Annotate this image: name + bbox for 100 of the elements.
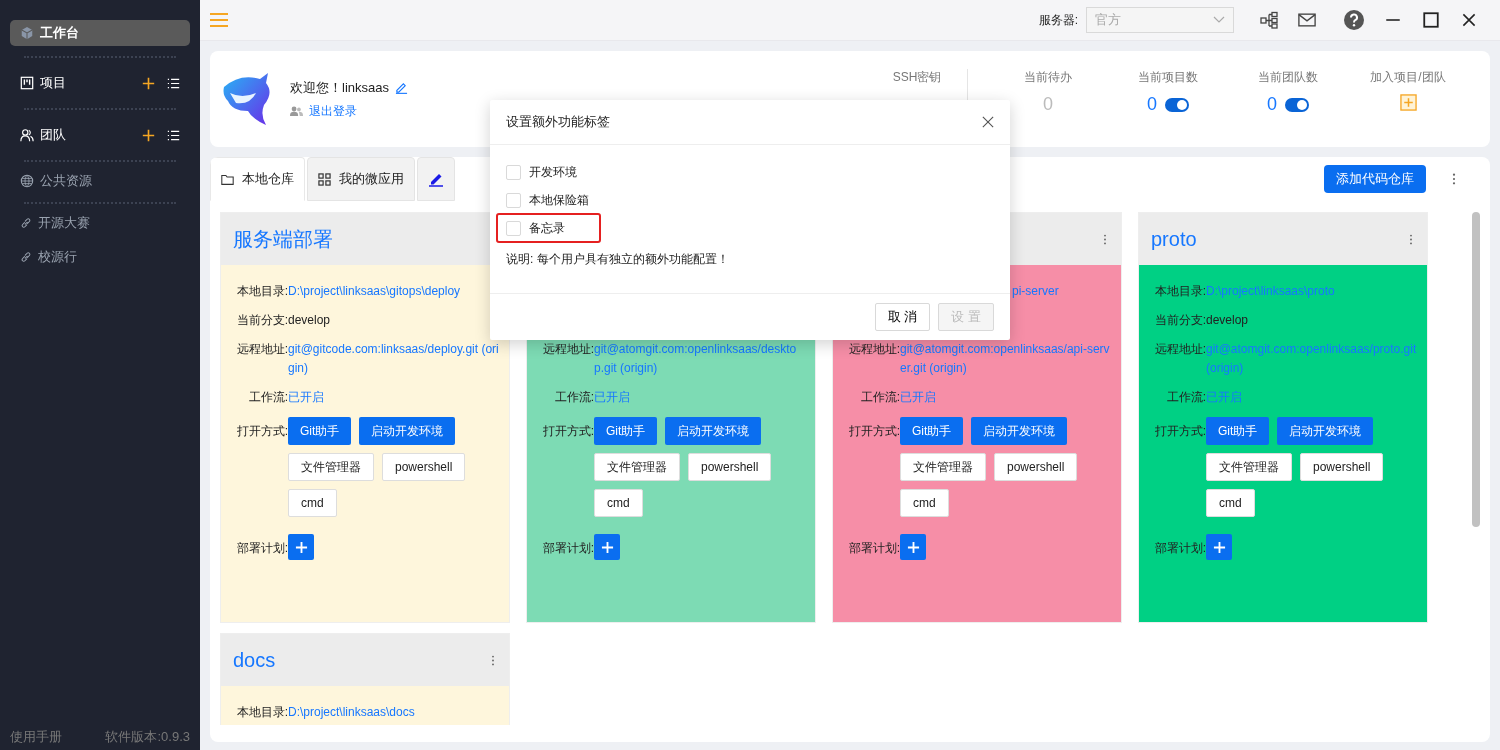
sidebar-item[interactable]: 团队 [10, 122, 190, 148]
add-plan-button[interactable] [594, 534, 620, 560]
tab[interactable]: 本地仓库 [210, 157, 305, 201]
field-label: 本地目录: [1153, 283, 1206, 300]
open-button[interactable]: cmd [900, 489, 949, 517]
tab[interactable]: 我的微应用 [307, 157, 415, 201]
logout-link[interactable]: 退出登录 [309, 102, 357, 120]
sidebar-label: 工作台 [40, 24, 80, 42]
sidebar-label: 校源行 [38, 248, 78, 266]
field-link[interactable]: 已开启 [594, 388, 805, 407]
add-plan-button[interactable] [1206, 534, 1232, 560]
toggle-switch[interactable] [1165, 97, 1189, 112]
field-link[interactable]: 已开启 [288, 388, 499, 407]
open-button[interactable]: 文件管理器 [1206, 453, 1292, 481]
mail-icon[interactable] [1298, 11, 1316, 29]
field-link[interactable]: git@atomgit.com:openlinksaas/desktop.git (origin) [594, 340, 805, 378]
open-button[interactable]: 文件管理器 [594, 453, 680, 481]
list-icon[interactable] [167, 128, 180, 142]
plus-icon[interactable] [142, 76, 155, 90]
version-text: 软件版本:0.9.3 [105, 728, 190, 746]
open-button[interactable]: 启动开发环境 [359, 417, 456, 445]
help-icon[interactable] [1344, 10, 1364, 30]
repo-title[interactable]: 服务端部署 [233, 225, 333, 253]
field-label: 本地目录: [235, 283, 288, 300]
repo-title[interactable]: docs [233, 648, 276, 672]
field-label: 部署计划: [847, 540, 900, 557]
field-label: 打开方式: [1153, 423, 1206, 440]
add-repo-button[interactable]: 添加代码仓库 [1324, 165, 1426, 193]
plus-icon [294, 540, 308, 554]
open-button[interactable]: Git助手 [1206, 417, 1270, 445]
maximize-icon[interactable] [1422, 11, 1440, 29]
open-button[interactable]: 文件管理器 [288, 453, 374, 481]
open-button[interactable]: cmd [594, 489, 643, 517]
open-button[interactable]: 文件管理器 [900, 453, 986, 481]
sidebar-item[interactable]: 项目 [10, 70, 190, 96]
manual-link[interactable]: 使用手册 [10, 728, 62, 746]
option-checkbox[interactable]: 本地保险箱 [506, 191, 589, 209]
stat-value[interactable]: 0 [1267, 94, 1277, 115]
open-button[interactable]: Git助手 [288, 417, 352, 445]
repo-title[interactable]: proto [1151, 227, 1197, 251]
link-icon [20, 251, 32, 263]
field-label: 部署计划: [541, 540, 594, 557]
tree-icon[interactable] [1260, 11, 1278, 29]
list-icon[interactable] [167, 76, 180, 90]
open-button[interactable]: powershell [382, 453, 466, 481]
close-icon[interactable] [982, 116, 994, 128]
field-label: 工作流: [1165, 389, 1206, 406]
open-button[interactable]: powershell [994, 453, 1078, 481]
toggle-switch[interactable] [1285, 97, 1309, 112]
more-icon[interactable] [1409, 233, 1413, 245]
greeting-text: 欢迎您！linksaas [290, 78, 389, 97]
more-icon[interactable] [491, 654, 495, 666]
stat-value[interactable]: 0 [1147, 94, 1157, 115]
field-link[interactable]: D:\project\linksaas\docs [288, 703, 499, 722]
open-button[interactable]: Git助手 [594, 417, 658, 445]
close-icon[interactable] [1460, 11, 1478, 29]
more-icon[interactable] [1103, 233, 1107, 245]
open-button[interactable]: cmd [288, 489, 337, 517]
field-label: 打开方式: [541, 423, 594, 440]
stat-label: 加入项目/团队 [1370, 69, 1446, 86]
field-label: 远程地址: [235, 341, 288, 358]
open-button[interactable]: powershell [1300, 453, 1384, 481]
field-link[interactable]: git@gitcode.com:linksaas/deploy.git (origin) [288, 340, 499, 378]
field-label: 远程地址: [1153, 341, 1206, 358]
stat-value: 0 [1043, 94, 1053, 115]
scrollbar[interactable] [1472, 212, 1480, 527]
open-button[interactable]: 启动开发环境 [665, 417, 762, 445]
plus-icon[interactable] [142, 128, 155, 142]
sidebar-item[interactable]: 工作台 [10, 20, 190, 46]
open-button[interactable]: cmd [1206, 489, 1255, 517]
note-text: 说明: 每个用户具有独立的额外功能配置！ [506, 251, 730, 268]
sidebar-item[interactable]: 公共资源 [10, 168, 190, 194]
open-button[interactable]: 启动开发环境 [1277, 417, 1374, 445]
open-button[interactable]: Git助手 [900, 417, 964, 445]
option-checkbox[interactable]: 备忘录 [506, 219, 565, 237]
field-value: develop [1206, 312, 1250, 329]
field-label: 本地目录: [235, 704, 288, 721]
stat-label: 当前项目数 [1138, 69, 1198, 86]
sidebar-item[interactable]: 开源大赛 [10, 210, 190, 236]
field-label: 部署计划: [1153, 540, 1206, 557]
add-plan-button[interactable] [288, 534, 314, 560]
option-checkbox[interactable]: 开发环境 [506, 163, 577, 181]
pen-icon [428, 171, 444, 187]
open-button[interactable]: powershell [688, 453, 772, 481]
tab[interactable] [417, 157, 455, 201]
field-label: 部署计划: [235, 540, 288, 557]
dialog-button[interactable]: 取 消 [874, 303, 931, 331]
grid-icon [318, 172, 331, 186]
cube-icon [20, 26, 34, 40]
dialog-title: 设置额外功能标签 [506, 113, 610, 131]
link-icon [20, 217, 32, 229]
more-icon[interactable] [1452, 173, 1456, 185]
sidebar-item[interactable]: 校源行 [10, 244, 190, 270]
plus-icon [1212, 540, 1226, 554]
sidebar-label: 开源大赛 [38, 214, 91, 232]
field-label: 工作流: [247, 389, 288, 406]
edit-icon[interactable] [394, 81, 408, 94]
add-plan-button[interactable] [900, 534, 926, 560]
open-button[interactable]: 启动开发环境 [971, 417, 1068, 445]
sidebar-label: 团队 [40, 126, 67, 144]
